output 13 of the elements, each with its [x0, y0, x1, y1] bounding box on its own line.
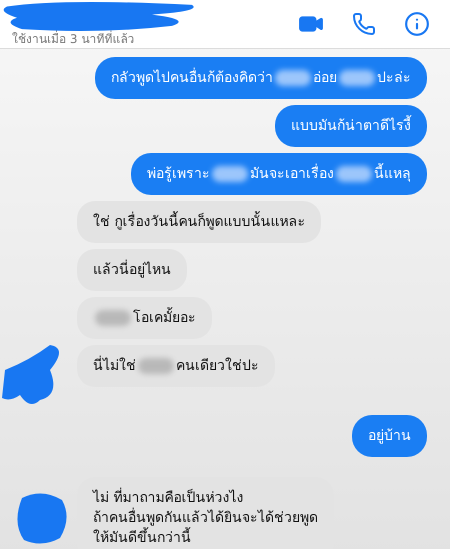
message-text: มันจะเอาเรื่อง — [250, 166, 334, 182]
message-text: ปะล่ะ — [377, 70, 411, 86]
message-text: คนเดียวใช่ปะ — [176, 358, 259, 374]
message-text: อยู่บ้าน — [368, 428, 411, 444]
phone-icon[interactable] — [352, 12, 376, 36]
info-icon[interactable] — [404, 11, 430, 37]
message-text: พ่อรู้เพราะ — [147, 166, 210, 182]
active-status: ใช้งานเมื่อ 3 นาทีที่แล้ว — [12, 30, 136, 48]
message-text: นี่ไม่ใช่ — [93, 358, 136, 374]
message-text: กลัวพูดไปคนอื่นก้ต้องคิดว่า — [111, 70, 273, 86]
message-text: อ่อย — [313, 70, 337, 86]
message-text: แล้วนี่อยู่ไหน — [93, 262, 171, 278]
message-text: ไม่ ที่มาถามคือเป็นห่วงไง ถ้าคนอื่นพูดกันแล้วได้ยินจะได้ช่วยพูด ให้มันดีขึ้นกว่านี้ — [93, 490, 318, 546]
